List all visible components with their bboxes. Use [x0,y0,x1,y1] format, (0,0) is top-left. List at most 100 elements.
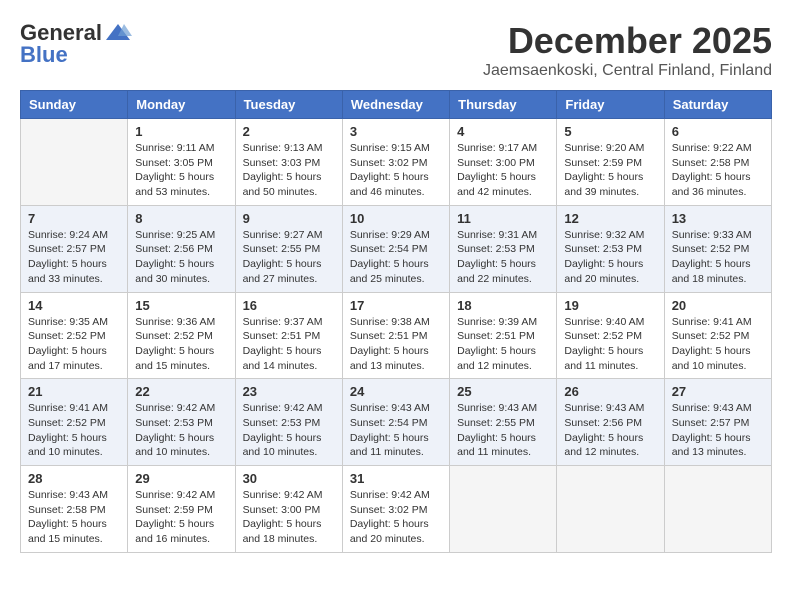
day-number: 15 [135,298,227,313]
logo: General Blue [20,20,132,68]
calendar-cell: 27 Sunrise: 9:43 AM Sunset: 2:57 PM Dayli… [664,379,771,466]
day-number: 21 [28,384,120,399]
calendar-cell: 17 Sunrise: 9:38 AM Sunset: 2:51 PM Dayli… [342,292,449,379]
calendar-week-row: 1Sunrise: 9:11 AM Sunset: 3:05 PM Daylig… [21,119,772,206]
calendar-cell: 19 Sunrise: 9:40 AM Sunset: 2:52 PM Dayli… [557,292,664,379]
day-info: Sunrise: 9:41 AM Sunset: 2:52 PM Dayligh… [672,315,764,374]
day-number: 18 [457,298,549,313]
day-info: Sunrise: 9:27 AM Sunset: 2:55 PM Dayligh… [243,228,335,287]
day-number: 19 [564,298,656,313]
day-info: Sunrise: 9:13 AM Sunset: 3:03 PM Dayligh… [243,141,335,200]
calendar-cell [450,466,557,553]
day-info: Sunrise: 9:29 AM Sunset: 2:54 PM Dayligh… [350,228,442,287]
calendar-cell: 25 Sunrise: 9:43 AM Sunset: 2:55 PM Dayli… [450,379,557,466]
calendar-cell: 4 Sunrise: 9:17 AM Sunset: 3:00 PM Daylig… [450,119,557,206]
day-number: 4 [457,124,549,139]
day-number: 16 [243,298,335,313]
calendar-cell: 18 Sunrise: 9:39 AM Sunset: 2:51 PM Dayli… [450,292,557,379]
day-number: 28 [28,471,120,486]
month-title: December 2025 [483,20,772,62]
day-number: 20 [672,298,764,313]
weekday-header-wednesday: Wednesday [342,91,449,119]
calendar-table: SundayMondayTuesdayWednesdayThursdayFrid… [20,90,772,553]
calendar-week-row: 7Sunrise: 9:24 AM Sunset: 2:57 PM Daylig… [21,205,772,292]
calendar-cell: 30 Sunrise: 9:42 AM Sunset: 3:00 PM Dayli… [235,466,342,553]
calendar-cell: 31Sunrise: 9:42 AM Sunset: 3:02 PM Dayli… [342,466,449,553]
calendar-cell: 11 Sunrise: 9:31 AM Sunset: 2:53 PM Dayli… [450,205,557,292]
day-info: Sunrise: 9:22 AM Sunset: 2:58 PM Dayligh… [672,141,764,200]
weekday-header-row: SundayMondayTuesdayWednesdayThursdayFrid… [21,91,772,119]
day-number: 11 [457,211,549,226]
calendar-cell: 5 Sunrise: 9:20 AM Sunset: 2:59 PM Daylig… [557,119,664,206]
day-number: 12 [564,211,656,226]
calendar-cell: 9 Sunrise: 9:27 AM Sunset: 2:55 PM Daylig… [235,205,342,292]
day-info: Sunrise: 9:40 AM Sunset: 2:52 PM Dayligh… [564,315,656,374]
calendar-cell: 10Sunrise: 9:29 AM Sunset: 2:54 PM Dayli… [342,205,449,292]
day-number: 27 [672,384,764,399]
calendar-cell: 21 Sunrise: 9:41 AM Sunset: 2:52 PM Dayli… [21,379,128,466]
day-number: 9 [243,211,335,226]
day-info: Sunrise: 9:43 AM Sunset: 2:58 PM Dayligh… [28,488,120,547]
calendar-cell: 26 Sunrise: 9:43 AM Sunset: 2:56 PM Dayli… [557,379,664,466]
day-number: 22 [135,384,227,399]
logo-blue-text: Blue [20,42,68,68]
day-info: Sunrise: 9:42 AM Sunset: 3:00 PM Dayligh… [243,488,335,547]
day-number: 8 [135,211,227,226]
calendar-cell: 3Sunrise: 9:15 AM Sunset: 3:02 PM Daylig… [342,119,449,206]
calendar-cell: 29Sunrise: 9:42 AM Sunset: 2:59 PM Dayli… [128,466,235,553]
day-info: Sunrise: 9:32 AM Sunset: 2:53 PM Dayligh… [564,228,656,287]
day-info: Sunrise: 9:42 AM Sunset: 2:53 PM Dayligh… [243,401,335,460]
day-number: 1 [135,124,227,139]
day-number: 14 [28,298,120,313]
day-info: Sunrise: 9:42 AM Sunset: 2:53 PM Dayligh… [135,401,227,460]
calendar-cell: 22 Sunrise: 9:42 AM Sunset: 2:53 PM Dayli… [128,379,235,466]
day-info: Sunrise: 9:43 AM Sunset: 2:56 PM Dayligh… [564,401,656,460]
day-info: Sunrise: 9:43 AM Sunset: 2:57 PM Dayligh… [672,401,764,460]
calendar-cell [557,466,664,553]
calendar-cell: 7Sunrise: 9:24 AM Sunset: 2:57 PM Daylig… [21,205,128,292]
calendar-cell: 14 Sunrise: 9:35 AM Sunset: 2:52 PM Dayli… [21,292,128,379]
day-info: Sunrise: 9:25 AM Sunset: 2:56 PM Dayligh… [135,228,227,287]
day-info: Sunrise: 9:31 AM Sunset: 2:53 PM Dayligh… [457,228,549,287]
day-number: 30 [243,471,335,486]
day-info: Sunrise: 9:17 AM Sunset: 3:00 PM Dayligh… [457,141,549,200]
day-number: 6 [672,124,764,139]
day-info: Sunrise: 9:43 AM Sunset: 2:54 PM Dayligh… [350,401,442,460]
day-number: 5 [564,124,656,139]
day-info: Sunrise: 9:20 AM Sunset: 2:59 PM Dayligh… [564,141,656,200]
day-info: Sunrise: 9:33 AM Sunset: 2:52 PM Dayligh… [672,228,764,287]
day-info: Sunrise: 9:35 AM Sunset: 2:52 PM Dayligh… [28,315,120,374]
day-number: 25 [457,384,549,399]
day-number: 24 [350,384,442,399]
location-title: Jaemsaenkoski, Central Finland, Finland [483,62,772,80]
weekday-header-friday: Friday [557,91,664,119]
calendar-cell [664,466,771,553]
page-header: General Blue December 2025 Jaemsaenkoski… [20,20,772,80]
calendar-cell: 13 Sunrise: 9:33 AM Sunset: 2:52 PM Dayli… [664,205,771,292]
day-info: Sunrise: 9:42 AM Sunset: 3:02 PM Dayligh… [350,488,442,547]
day-info: Sunrise: 9:41 AM Sunset: 2:52 PM Dayligh… [28,401,120,460]
calendar-week-row: 21 Sunrise: 9:41 AM Sunset: 2:52 PM Dayli… [21,379,772,466]
calendar-cell: 15 Sunrise: 9:36 AM Sunset: 2:52 PM Dayli… [128,292,235,379]
calendar-cell [21,119,128,206]
day-info: Sunrise: 9:39 AM Sunset: 2:51 PM Dayligh… [457,315,549,374]
day-number: 13 [672,211,764,226]
calendar-cell: 1Sunrise: 9:11 AM Sunset: 3:05 PM Daylig… [128,119,235,206]
calendar-cell: 23 Sunrise: 9:42 AM Sunset: 2:53 PM Dayli… [235,379,342,466]
day-info: Sunrise: 9:24 AM Sunset: 2:57 PM Dayligh… [28,228,120,287]
day-number: 2 [243,124,335,139]
day-info: Sunrise: 9:36 AM Sunset: 2:52 PM Dayligh… [135,315,227,374]
weekday-header-sunday: Sunday [21,91,128,119]
calendar-week-row: 14 Sunrise: 9:35 AM Sunset: 2:52 PM Dayli… [21,292,772,379]
weekday-header-tuesday: Tuesday [235,91,342,119]
day-info: Sunrise: 9:37 AM Sunset: 2:51 PM Dayligh… [243,315,335,374]
day-number: 26 [564,384,656,399]
day-number: 17 [350,298,442,313]
day-number: 29 [135,471,227,486]
title-block: December 2025 Jaemsaenkoski, Central Fin… [483,20,772,80]
day-number: 23 [243,384,335,399]
calendar-cell: 24 Sunrise: 9:43 AM Sunset: 2:54 PM Dayli… [342,379,449,466]
day-info: Sunrise: 9:43 AM Sunset: 2:55 PM Dayligh… [457,401,549,460]
day-info: Sunrise: 9:15 AM Sunset: 3:02 PM Dayligh… [350,141,442,200]
day-info: Sunrise: 9:38 AM Sunset: 2:51 PM Dayligh… [350,315,442,374]
